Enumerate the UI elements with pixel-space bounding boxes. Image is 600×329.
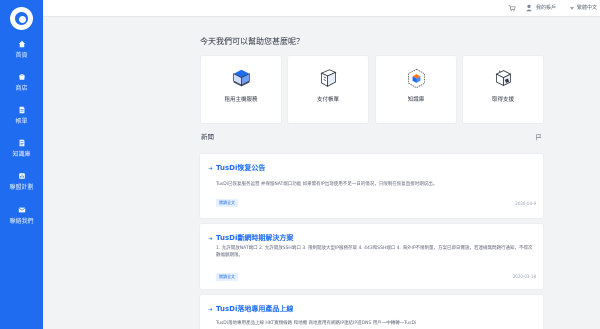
news-date: 2020-04-9	[515, 201, 536, 206]
sidebar-item-label: 商店	[15, 85, 28, 92]
quick-action-label: 支付帳單	[316, 97, 339, 103]
news-headline[interactable]: TusDi恢复公告	[216, 164, 265, 173]
quick-action-hosting[interactable]: 租用主機服務	[201, 56, 281, 123]
read-more-button[interactable]: 閱讀全文	[216, 199, 238, 207]
affiliate-icon	[18, 173, 25, 179]
news-excerpt: TusDi已恢复服务运营 并保留NAT端口功能 如果需有IP出现使用不足一日的情…	[216, 182, 438, 187]
read-more-button[interactable]: 閱讀全文	[216, 273, 238, 281]
news-headline[interactable]: TusDi落地專用產品上線	[216, 305, 293, 314]
news-item: TusDi落地專用產品上線 TusDi落地專用產品上線 HKT寬頻線路 和地機 …	[200, 295, 543, 329]
account-menu[interactable]: 我的帳戶	[536, 4, 556, 12]
knowledge-icon	[19, 139, 24, 147]
quick-action-pay-bill[interactable]: 支付帳單	[288, 56, 368, 123]
sidebar-item-contact[interactable]: 聯絡我們	[0, 206, 43, 236]
welcome-heading: 今天我們可以幫助您甚麼呢？	[200, 37, 304, 46]
shop-icon	[18, 74, 25, 80]
sidebar-item-billing[interactable]: 帳單	[0, 106, 43, 136]
cart-icon[interactable]	[508, 4, 516, 12]
quick-action-knowledge-base[interactable]: 知識庫	[376, 56, 456, 123]
news-item: TusDi恢复公告 TusDi已恢复服务运营 并保留NAT端口功能 如果需有IP…	[200, 154, 543, 218]
sidebar-item-label: 首頁	[15, 52, 28, 59]
sidebar-item-shop[interactable]: 商店	[0, 73, 43, 103]
sidebar-item-home[interactable]: 首頁	[0, 40, 43, 70]
news-flag-icon[interactable]	[535, 134, 542, 141]
top-bar: 我的帳戶 繁體中文	[43, 0, 600, 17]
news-section-title: 新聞	[201, 133, 214, 141]
quick-action-label: 租用主機服務	[224, 97, 258, 103]
quick-action-label: 取得支援	[491, 97, 514, 103]
sidebar-item-label: 知識庫	[12, 151, 31, 158]
arrow-right-icon	[208, 308, 213, 311]
news-excerpt: 1. 允許開放NAT端口 2. 允許開放SSH端口 3. 限制開放大型IP服務存…	[216, 246, 533, 258]
arrow-right-icon	[208, 237, 213, 240]
bill-icon	[19, 106, 24, 114]
support-box-icon	[495, 70, 512, 87]
arrow-right-icon	[208, 167, 213, 170]
brand-logo[interactable]	[10, 7, 33, 30]
sidebar-item-label: 聯絡我們	[9, 218, 34, 225]
account-chevron-icon[interactable]	[570, 7, 574, 10]
knowledge-cube-icon	[408, 68, 425, 89]
contact-icon	[18, 207, 25, 213]
quick-action-support[interactable]: 取得支援	[463, 56, 543, 123]
user-icon[interactable]	[525, 4, 533, 12]
sidebar-item-knowledge[interactable]: 知識庫	[0, 139, 43, 169]
server-box-icon	[233, 69, 250, 87]
language-selector[interactable]: 繁體中文	[577, 4, 597, 12]
sidebar-item-label: 聯盟計劃	[9, 184, 34, 191]
sidebar-item-label: 帳單	[15, 118, 28, 125]
news-item: TusDi斷網時期解決方案 1. 允許開放NAT端口 2. 允許開放SSH端口 …	[200, 224, 543, 289]
home-icon	[18, 40, 25, 48]
sidebar: 首頁 商店 帳單 知識庫 聯盟計劃 聯絡我們	[0, 0, 43, 329]
quick-action-label: 知識庫	[407, 97, 425, 103]
news-excerpt: TusDi落地專用產品上線 HKT寬頻線路 和地機 商地產用有網路IP連結IP進…	[216, 321, 417, 326]
news-date: 2020-03-18	[512, 274, 536, 279]
news-headline[interactable]: TusDi斷網時期解決方案	[216, 234, 293, 243]
payment-box-icon	[320, 69, 337, 88]
sidebar-item-affiliate[interactable]: 聯盟計劃	[0, 172, 43, 202]
